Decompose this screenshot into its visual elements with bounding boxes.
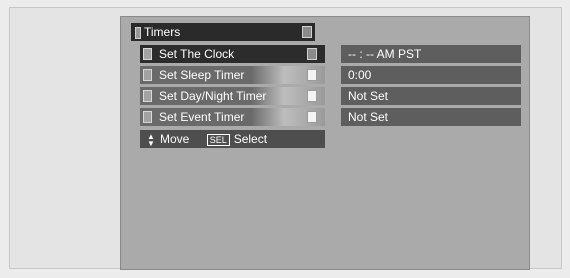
menu-item-set-the-clock[interactable]: Set The Clock (140, 45, 325, 63)
item-tab-icon (143, 69, 152, 81)
menu-item-set-sleep-timer[interactable]: Set Sleep Timer (140, 66, 325, 84)
menu-item-set-event-timer[interactable]: Set Event Timer (140, 108, 325, 126)
menu-item-label: Set The Clock (159, 47, 235, 61)
sel-key-icon: SEL (206, 133, 230, 146)
timers-menu: Set The Clock Set Sleep Timer Set Day/Ni… (140, 45, 325, 129)
item-end-icon (307, 111, 317, 123)
value-day-night-timer: Not Set (341, 87, 521, 105)
item-end-icon (307, 69, 317, 81)
menu-item-set-day-night-timer[interactable]: Set Day/Night Timer (140, 87, 325, 105)
up-down-arrows-icon: ▲ ▼ (147, 131, 155, 148)
item-end-icon (307, 90, 317, 102)
value-sleep-timer: 0:00 (341, 66, 521, 84)
title-end-icon (302, 26, 312, 38)
menu-item-label: Set Event Timer (159, 110, 245, 124)
menu-title: Timers (144, 25, 181, 39)
hint-move-label: Move (160, 132, 190, 146)
value-event-timer: Not Set (341, 108, 521, 126)
menu-item-label: Set Sleep Timer (159, 68, 245, 82)
menu-item-label: Set Day/Night Timer (159, 89, 267, 103)
item-tab-icon (143, 90, 152, 102)
item-tab-icon (143, 111, 152, 123)
timer-values: -- : -- AM PST 0:00 Not Set Not Set (341, 45, 521, 129)
title-tab-icon (135, 26, 141, 39)
hint-bar: ▲ ▼ Move SEL Select (140, 130, 325, 148)
item-end-icon (307, 48, 317, 60)
item-tab-icon (143, 48, 152, 60)
menu-title-bar: Timers (131, 23, 315, 41)
value-clock: -- : -- AM PST (341, 45, 521, 63)
hint-select-label: Select (233, 132, 268, 146)
